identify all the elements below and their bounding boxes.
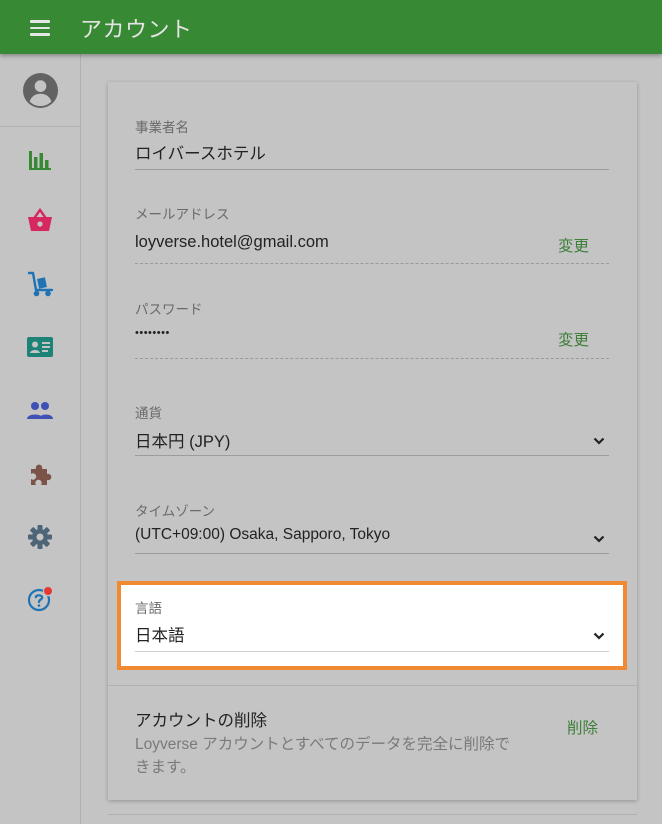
change-email-button[interactable]: 変更 xyxy=(558,234,589,256)
chevron-down-icon[interactable] xyxy=(593,632,605,640)
language-select[interactable]: 言語 日本語 xyxy=(135,597,609,653)
divider xyxy=(135,455,609,456)
sidebar-item-help[interactable] xyxy=(24,583,56,615)
timezone-select[interactable]: タイムゾーン (UTC+09:00) Osaka, Sapporo, Tokyo xyxy=(135,500,609,556)
sidebar-item-settings[interactable] xyxy=(24,521,56,553)
sidebar-item-integrations[interactable] xyxy=(24,458,56,490)
password-field: パスワード •••••••• 変更 xyxy=(135,298,609,360)
delete-account-button[interactable]: 削除 xyxy=(567,716,598,738)
sidebar-avatar-section xyxy=(0,54,81,127)
sidebar-item-inventory[interactable] xyxy=(24,268,56,300)
change-password-button[interactable]: 変更 xyxy=(558,328,589,350)
help-icon xyxy=(27,585,54,612)
people-icon xyxy=(27,402,53,419)
password-label: パスワード xyxy=(135,302,203,317)
currency-value: 日本円 (JPY) xyxy=(135,433,231,451)
email-value: loyverse.hotel@gmail.com xyxy=(135,233,329,251)
hand-truck-icon xyxy=(27,271,54,297)
business-name-value[interactable]: ロイバースホテル xyxy=(135,140,266,164)
email-field: メールアドレス loyverse.hotel@gmail.com 変更 xyxy=(135,203,609,265)
divider xyxy=(135,358,609,359)
chevron-down-icon[interactable] xyxy=(593,535,605,543)
language-value: 日本語 xyxy=(135,627,185,645)
currency-select[interactable]: 通貨 日本円 (JPY) xyxy=(135,402,609,458)
business-name-label: 事業者名 xyxy=(135,120,189,135)
bar-chart-icon xyxy=(29,151,51,170)
chevron-down-icon[interactable] xyxy=(593,437,605,445)
basket-icon xyxy=(28,208,52,231)
email-label: メールアドレス xyxy=(135,207,230,222)
delete-account-description: Loyverse アカウントとすべてのデータを完全に削除できます。 xyxy=(135,736,511,776)
divider xyxy=(135,263,609,264)
notification-dot xyxy=(42,585,54,597)
business-name-field[interactable]: 事業者名 ロイバースホテル xyxy=(135,116,609,172)
avatar-icon[interactable] xyxy=(23,73,58,108)
id-card-icon xyxy=(27,337,53,357)
currency-label: 通貨 xyxy=(135,406,162,421)
sidebar-item-employees[interactable] xyxy=(24,331,56,363)
divider xyxy=(108,814,637,815)
password-value: •••••••• xyxy=(135,327,170,339)
section-divider xyxy=(108,685,637,686)
sidebar-item-sales[interactable] xyxy=(24,205,56,237)
page-title: アカウント xyxy=(80,18,193,43)
app-bar: アカウント xyxy=(0,0,662,54)
puzzle-icon xyxy=(31,464,52,485)
divider xyxy=(135,169,609,170)
sidebar-item-customers[interactable] xyxy=(24,395,56,427)
sidebar xyxy=(0,54,81,824)
timezone-label: タイムゾーン xyxy=(135,504,216,519)
language-label: 言語 xyxy=(135,601,162,616)
sidebar-item-reports[interactable] xyxy=(24,143,56,175)
menu-icon[interactable] xyxy=(22,14,58,42)
gear-icon xyxy=(28,525,52,549)
timezone-value: (UTC+09:00) Osaka, Sapporo, Tokyo xyxy=(135,526,391,543)
divider xyxy=(135,553,609,554)
delete-account-title: アカウントの削除 xyxy=(135,712,267,730)
divider xyxy=(135,651,609,652)
